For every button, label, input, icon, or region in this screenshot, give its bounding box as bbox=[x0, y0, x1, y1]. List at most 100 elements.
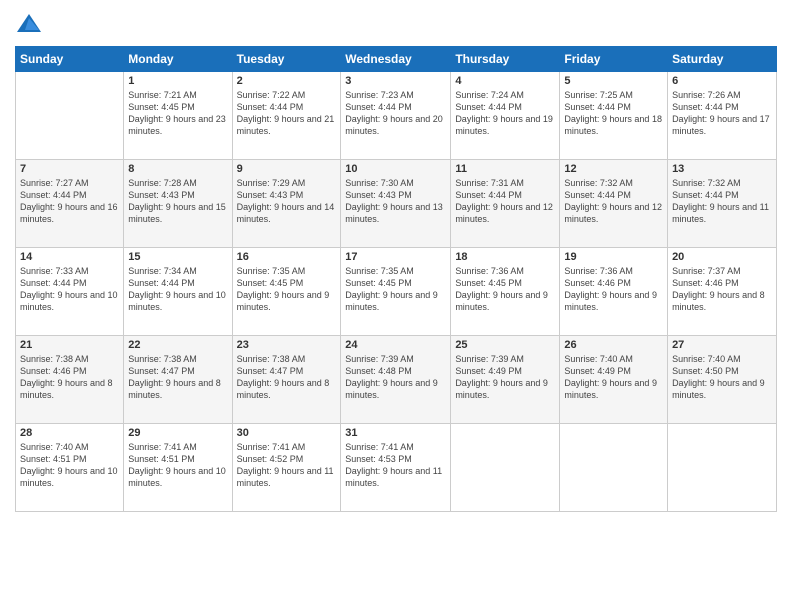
day-number: 10 bbox=[345, 163, 446, 175]
day-info: Sunrise: 7:22 AMSunset: 4:44 PMDaylight:… bbox=[237, 89, 337, 138]
day-cell: 8 Sunrise: 7:28 AMSunset: 4:43 PMDaylight… bbox=[124, 160, 232, 248]
day-cell: 30 Sunrise: 7:41 AMSunset: 4:52 PMDayligh… bbox=[232, 424, 341, 512]
weekday-sunday: Sunday bbox=[16, 47, 124, 72]
day-number: 27 bbox=[672, 339, 772, 351]
day-info: Sunrise: 7:38 AMSunset: 4:47 PMDaylight:… bbox=[237, 353, 337, 402]
calendar: SundayMondayTuesdayWednesdayThursdayFrid… bbox=[15, 46, 777, 512]
day-number: 25 bbox=[455, 339, 555, 351]
day-cell: 24 Sunrise: 7:39 AMSunset: 4:48 PMDayligh… bbox=[341, 336, 451, 424]
week-row-0: 1 Sunrise: 7:21 AMSunset: 4:45 PMDaylight… bbox=[16, 72, 777, 160]
day-number: 14 bbox=[20, 251, 119, 263]
weekday-thursday: Thursday bbox=[451, 47, 560, 72]
day-cell: 4 Sunrise: 7:24 AMSunset: 4:44 PMDaylight… bbox=[451, 72, 560, 160]
day-info: Sunrise: 7:41 AMSunset: 4:52 PMDaylight:… bbox=[237, 441, 337, 490]
day-cell: 17 Sunrise: 7:35 AMSunset: 4:45 PMDayligh… bbox=[341, 248, 451, 336]
day-number: 28 bbox=[20, 427, 119, 439]
day-cell: 22Sunrise: 7:38 AMSunset: 4:47 PMDayligh… bbox=[124, 336, 232, 424]
header bbox=[15, 10, 777, 38]
day-info: Sunrise: 7:40 AMSunset: 4:49 PMDaylight:… bbox=[564, 353, 663, 402]
page-container: SundayMondayTuesdayWednesdayThursdayFrid… bbox=[0, 0, 792, 612]
weekday-friday: Friday bbox=[560, 47, 668, 72]
day-info: Sunrise: 7:38 AMSunset: 4:46 PMDaylight:… bbox=[20, 353, 119, 402]
day-number: 3 bbox=[345, 75, 446, 87]
day-number: 5 bbox=[564, 75, 663, 87]
day-cell: 13 Sunrise: 7:32 AMSunset: 4:44 PMDayligh… bbox=[668, 160, 777, 248]
weekday-wednesday: Wednesday bbox=[341, 47, 451, 72]
day-number: 23 bbox=[237, 339, 337, 351]
day-number: 29 bbox=[128, 427, 227, 439]
day-cell: 6 Sunrise: 7:26 AMSunset: 4:44 PMDaylight… bbox=[668, 72, 777, 160]
day-info: Sunrise: 7:24 AMSunset: 4:44 PMDaylight:… bbox=[455, 89, 555, 138]
day-number: 2 bbox=[237, 75, 337, 87]
week-row-2: 14 Sunrise: 7:33 AMSunset: 4:44 PMDayligh… bbox=[16, 248, 777, 336]
day-number: 4 bbox=[455, 75, 555, 87]
day-cell: 5 Sunrise: 7:25 AMSunset: 4:44 PMDaylight… bbox=[560, 72, 668, 160]
day-info: Sunrise: 7:35 AMSunset: 4:45 PMDaylight:… bbox=[237, 265, 337, 314]
day-info: Sunrise: 7:28 AMSunset: 4:43 PMDaylight:… bbox=[128, 177, 227, 226]
day-cell bbox=[560, 424, 668, 512]
day-info: Sunrise: 7:36 AMSunset: 4:46 PMDaylight:… bbox=[564, 265, 663, 314]
day-info: Sunrise: 7:32 AMSunset: 4:44 PMDaylight:… bbox=[564, 177, 663, 226]
day-number: 17 bbox=[345, 251, 446, 263]
day-info: Sunrise: 7:38 AMSunset: 4:47 PMDaylight:… bbox=[128, 353, 227, 402]
day-cell: 23 Sunrise: 7:38 AMSunset: 4:47 PMDayligh… bbox=[232, 336, 341, 424]
day-cell: 10Sunrise: 7:30 AMSunset: 4:43 PMDayligh… bbox=[341, 160, 451, 248]
day-cell: 27 Sunrise: 7:40 AMSunset: 4:50 PMDayligh… bbox=[668, 336, 777, 424]
day-info: Sunrise: 7:36 AMSunset: 4:45 PMDaylight:… bbox=[455, 265, 555, 314]
day-number: 15 bbox=[128, 251, 227, 263]
day-info: Sunrise: 7:31 AMSunset: 4:44 PMDaylight:… bbox=[455, 177, 555, 226]
day-cell: 14 Sunrise: 7:33 AMSunset: 4:44 PMDayligh… bbox=[16, 248, 124, 336]
day-cell: 1 Sunrise: 7:21 AMSunset: 4:45 PMDaylight… bbox=[124, 72, 232, 160]
logo-icon bbox=[15, 10, 43, 38]
day-info: Sunrise: 7:35 AMSunset: 4:45 PMDaylight:… bbox=[345, 265, 446, 314]
weekday-saturday: Saturday bbox=[668, 47, 777, 72]
day-info: Sunrise: 7:21 AMSunset: 4:45 PMDaylight:… bbox=[128, 89, 227, 138]
day-number: 16 bbox=[237, 251, 337, 263]
day-number: 6 bbox=[672, 75, 772, 87]
day-number: 18 bbox=[455, 251, 555, 263]
day-info: Sunrise: 7:39 AMSunset: 4:48 PMDaylight:… bbox=[345, 353, 446, 402]
day-info: Sunrise: 7:23 AMSunset: 4:44 PMDaylight:… bbox=[345, 89, 446, 138]
day-number: 30 bbox=[237, 427, 337, 439]
day-info: Sunrise: 7:26 AMSunset: 4:44 PMDaylight:… bbox=[672, 89, 772, 138]
day-cell: 28Sunrise: 7:40 AMSunset: 4:51 PMDayligh… bbox=[16, 424, 124, 512]
day-info: Sunrise: 7:41 AMSunset: 4:51 PMDaylight:… bbox=[128, 441, 227, 490]
day-cell: 12Sunrise: 7:32 AMSunset: 4:44 PMDayligh… bbox=[560, 160, 668, 248]
day-number: 20 bbox=[672, 251, 772, 263]
weekday-tuesday: Tuesday bbox=[232, 47, 341, 72]
day-cell: 21Sunrise: 7:38 AMSunset: 4:46 PMDayligh… bbox=[16, 336, 124, 424]
week-row-4: 28Sunrise: 7:40 AMSunset: 4:51 PMDayligh… bbox=[16, 424, 777, 512]
day-number: 9 bbox=[237, 163, 337, 175]
day-number: 19 bbox=[564, 251, 663, 263]
day-cell: 15 Sunrise: 7:34 AMSunset: 4:44 PMDayligh… bbox=[124, 248, 232, 336]
day-info: Sunrise: 7:32 AMSunset: 4:44 PMDaylight:… bbox=[672, 177, 772, 226]
day-cell bbox=[451, 424, 560, 512]
day-info: Sunrise: 7:40 AMSunset: 4:50 PMDaylight:… bbox=[672, 353, 772, 402]
day-number: 13 bbox=[672, 163, 772, 175]
day-number: 7 bbox=[20, 163, 119, 175]
day-cell: 29 Sunrise: 7:41 AMSunset: 4:51 PMDayligh… bbox=[124, 424, 232, 512]
day-cell: 7Sunrise: 7:27 AMSunset: 4:44 PMDaylight… bbox=[16, 160, 124, 248]
day-cell: 19 Sunrise: 7:36 AMSunset: 4:46 PMDayligh… bbox=[560, 248, 668, 336]
day-cell bbox=[16, 72, 124, 160]
calendar-header: SundayMondayTuesdayWednesdayThursdayFrid… bbox=[16, 47, 777, 72]
week-row-1: 7Sunrise: 7:27 AMSunset: 4:44 PMDaylight… bbox=[16, 160, 777, 248]
day-number: 24 bbox=[345, 339, 446, 351]
day-cell: 26 Sunrise: 7:40 AMSunset: 4:49 PMDayligh… bbox=[560, 336, 668, 424]
day-info: Sunrise: 7:33 AMSunset: 4:44 PMDaylight:… bbox=[20, 265, 119, 314]
day-info: Sunrise: 7:25 AMSunset: 4:44 PMDaylight:… bbox=[564, 89, 663, 138]
day-number: 26 bbox=[564, 339, 663, 351]
day-info: Sunrise: 7:34 AMSunset: 4:44 PMDaylight:… bbox=[128, 265, 227, 314]
day-cell: 20Sunrise: 7:37 AMSunset: 4:46 PMDayligh… bbox=[668, 248, 777, 336]
day-cell: 11Sunrise: 7:31 AMSunset: 4:44 PMDayligh… bbox=[451, 160, 560, 248]
day-cell: 9Sunrise: 7:29 AMSunset: 4:43 PMDaylight… bbox=[232, 160, 341, 248]
day-cell: 31Sunrise: 7:41 AMSunset: 4:53 PMDayligh… bbox=[341, 424, 451, 512]
day-cell: 25Sunrise: 7:39 AMSunset: 4:49 PMDayligh… bbox=[451, 336, 560, 424]
day-info: Sunrise: 7:41 AMSunset: 4:53 PMDaylight:… bbox=[345, 441, 446, 490]
day-cell: 16 Sunrise: 7:35 AMSunset: 4:45 PMDayligh… bbox=[232, 248, 341, 336]
day-cell: 2 Sunrise: 7:22 AMSunset: 4:44 PMDaylight… bbox=[232, 72, 341, 160]
day-cell bbox=[668, 424, 777, 512]
calendar-body: 1 Sunrise: 7:21 AMSunset: 4:45 PMDaylight… bbox=[16, 72, 777, 512]
day-number: 1 bbox=[128, 75, 227, 87]
day-number: 8 bbox=[128, 163, 227, 175]
